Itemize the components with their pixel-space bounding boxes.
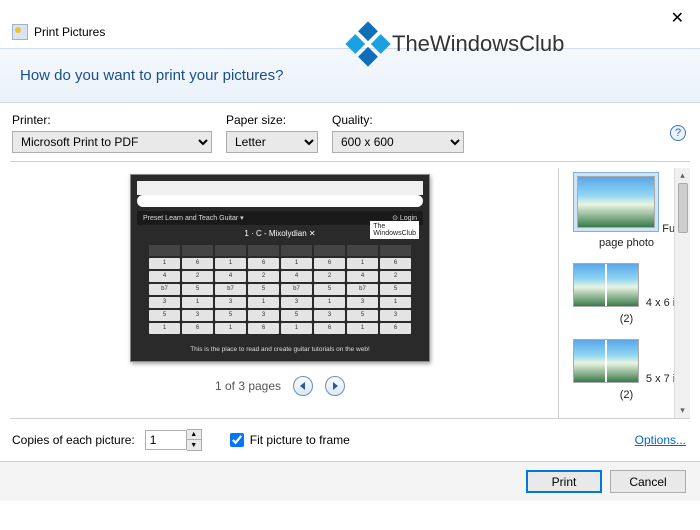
help-icon[interactable]: ? [670, 125, 686, 141]
scroll-down-icon[interactable]: ▾ [680, 405, 685, 416]
print-controls: Printer: Microsoft Print to PDF Paper si… [0, 103, 700, 161]
banner: How do you want to print your pictures? [0, 48, 700, 103]
brand-text: TheWindowsClub [392, 31, 564, 57]
layout-4x6[interactable]: 4 x 6 in. (2) [567, 259, 686, 325]
preview-pane: Preset Learn and Teach Guitar ▾ ⊙ Login … [10, 168, 550, 418]
preview-url-bar [137, 195, 423, 207]
print-button[interactable]: Print [526, 470, 602, 493]
layouts-scrollbar[interactable]: ▴ ▾ [674, 168, 690, 418]
brand-watermark: TheWindowsClub [352, 28, 564, 60]
fit-label: Fit picture to frame [250, 433, 350, 447]
brand-logo-icon [345, 21, 390, 66]
quality-label: Quality: [332, 113, 464, 127]
prev-page-button[interactable] [293, 376, 313, 396]
preview-song-title: 1 · C - Mixolydian ✕ [131, 229, 429, 238]
window-title: Print Pictures [34, 25, 105, 39]
layout-full-page[interactable]: Full page photo [567, 172, 686, 249]
print-pictures-icon [12, 24, 28, 40]
options-link[interactable]: Options... [635, 433, 686, 447]
quality-select[interactable]: 600 x 600 [332, 131, 464, 153]
layout-thumb-icon [577, 176, 655, 228]
copies-up-button[interactable]: ▲ [187, 430, 201, 440]
pager-text: 1 of 3 pages [215, 379, 281, 393]
printer-label: Printer: [12, 113, 212, 127]
copies-input[interactable] [145, 430, 187, 450]
close-icon[interactable]: ✕ [671, 8, 684, 28]
paper-size-select[interactable]: Letter [226, 131, 318, 153]
printer-select[interactable]: Microsoft Print to PDF [12, 131, 212, 153]
layout-5x7[interactable]: 5 x 7 in. (2) [567, 335, 686, 401]
fit-checkbox[interactable] [230, 433, 244, 447]
pager: 1 of 3 pages [40, 376, 520, 396]
preview-toolbar-left: Preset Learn and Teach Guitar ▾ [143, 214, 244, 222]
copies-spinner: ▲ ▼ [145, 429, 202, 451]
paper-size-label: Paper size: [226, 113, 318, 127]
layout-thumb-icon [573, 263, 639, 307]
copies-label: Copies of each picture: [12, 433, 135, 447]
preview-footer-text: This is the place to read and create gui… [131, 346, 429, 353]
bottom-bar: Copies of each picture: ▲ ▼ Fit picture … [0, 419, 700, 461]
preview-fretboard: 16161616 42424242 b75b75b75b75 31313131 … [149, 245, 411, 331]
scroll-thumb[interactable] [678, 183, 688, 233]
preview-window-chrome [137, 181, 423, 195]
banner-question: How do you want to print your pictures? [20, 67, 680, 84]
preview-image: Preset Learn and Teach Guitar ▾ ⊙ Login … [130, 174, 430, 362]
layout-list: Full page photo 4 x 6 in. (2) 5 x 7 in. … [558, 168, 690, 418]
copies-down-button[interactable]: ▼ [187, 440, 201, 450]
fit-to-frame[interactable]: Fit picture to frame [230, 433, 350, 447]
next-page-button[interactable] [325, 376, 345, 396]
scroll-up-icon[interactable]: ▴ [680, 170, 685, 181]
main-area: Preset Learn and Teach Guitar ▾ ⊙ Login … [0, 162, 700, 418]
cancel-button[interactable]: Cancel [610, 470, 686, 493]
footer: Print Cancel [0, 461, 700, 501]
layout-thumb-icon [573, 339, 639, 383]
